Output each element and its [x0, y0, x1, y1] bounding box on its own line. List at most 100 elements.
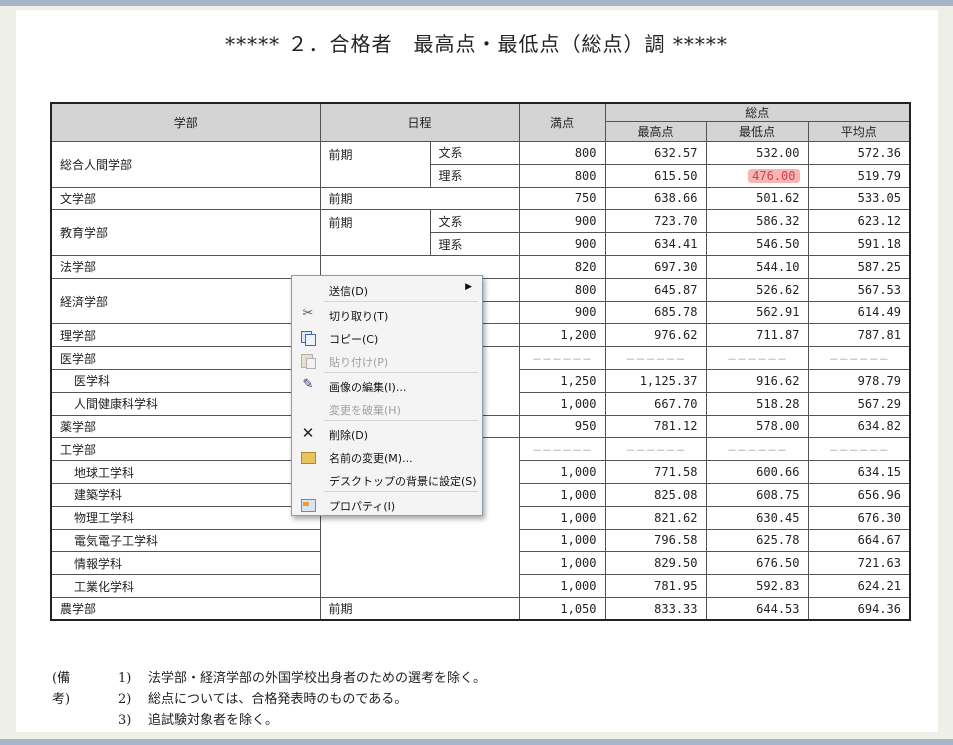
max-cell: 825.08	[604, 482, 707, 507]
full-cell: 1,200	[518, 323, 606, 348]
menu-item-send-to[interactable]: 送信(D) ▶	[294, 278, 480, 300]
schedule-cell: 前期	[319, 141, 431, 188]
full-cell: 1,250	[518, 368, 606, 393]
max-cell: 723.70	[604, 209, 707, 234]
menu-item-cut[interactable]: ✂ 切り取り(T)	[294, 303, 480, 325]
menu-item-rename[interactable]: 名前の変更(M)...	[294, 445, 480, 467]
min-cell: 562.91	[705, 300, 809, 325]
menu-item-label: デスクトップの背景に設定(S)	[329, 475, 477, 488]
min-cell: 600.66	[705, 460, 809, 484]
schedule-cell: 前期	[319, 596, 520, 621]
copy-icon	[300, 330, 316, 346]
faculty-cell: 医学科	[50, 368, 321, 393]
scissors-icon: ✂	[302, 306, 314, 321]
avg-cell: 721.63	[807, 551, 911, 576]
menu-item-label: 貼り付け(P)	[329, 356, 389, 369]
avg-cell: 676.30	[807, 505, 911, 530]
edit-image-icon: ✎	[302, 377, 314, 392]
max-cell: 771.58	[604, 460, 707, 484]
faculty-cell: 教育学部	[50, 209, 321, 256]
max-cell: 796.58	[604, 528, 707, 553]
max-cell: 976.62	[604, 323, 707, 348]
avg-cell: 634.82	[807, 414, 911, 439]
menu-separator	[324, 420, 478, 421]
header-total: 総点	[604, 102, 911, 122]
table-row: 文学部 前期 750 638.66 501.62 533.05	[50, 186, 911, 211]
faculty-cell: 農学部	[50, 596, 321, 621]
note-text: 法学部・経済学部の外国学校出身者のための選考を除く。	[148, 671, 487, 686]
table-row: 農学部 前期 1,050 833.33 644.53 694.36	[50, 596, 911, 621]
dash-cell: －－－－－－	[705, 437, 809, 462]
max-cell: 632.57	[604, 141, 707, 165]
type-cell: 理系	[429, 163, 520, 188]
full-cell: 1,000	[518, 574, 606, 598]
header-min: 最低点	[705, 121, 809, 142]
notes-label: (備考)	[52, 671, 71, 707]
full-cell: 1,000	[518, 482, 606, 507]
menu-item-set-desktop-background[interactable]: デスクトップの背景に設定(S)	[294, 468, 480, 490]
table-row: 教育学部 前期 文系 900 723.70 586.32 623.12	[50, 209, 911, 256]
faculty-cell: 建築学科	[50, 482, 321, 507]
menu-item-copy[interactable]: コピー(C)	[294, 326, 480, 348]
note-text: 追試験対象者を除く。	[148, 713, 279, 728]
full-cell: 1,000	[518, 505, 606, 530]
faculty-cell: 法学部	[50, 254, 321, 279]
note-number: 2)	[118, 692, 132, 707]
full-cell: 1,050	[518, 596, 606, 621]
full-cell: 800	[518, 277, 606, 302]
faculty-cell: 物理工学科	[50, 505, 321, 530]
min-cell: 916.62	[705, 368, 809, 393]
menu-item-edit-image[interactable]: ✎ 画像の編集(I)...	[294, 374, 480, 396]
avg-cell: 591.18	[807, 232, 911, 256]
menu-item-paste[interactable]: 貼り付け(P)	[294, 349, 480, 371]
table-row: 総合人間学部 前期 文系 800 632.57 532.00 572.36	[50, 141, 911, 188]
faculty-cell: 総合人間学部	[50, 141, 321, 188]
type-cell: 文系	[429, 141, 520, 165]
max-cell: 829.50	[604, 551, 707, 576]
faculty-cell: 医学部	[50, 346, 321, 370]
type-cell: 理系	[429, 232, 520, 256]
header-max: 最高点	[604, 121, 707, 142]
menu-item-label: 名前の変更(M)...	[329, 452, 413, 465]
full-cell: 820	[518, 254, 606, 279]
menu-item-label: プロパティ(I)	[329, 500, 396, 513]
min-cell: 586.32	[705, 209, 809, 234]
max-cell: 645.87	[604, 277, 707, 302]
full-cell: 900	[518, 300, 606, 325]
max-cell: 833.33	[604, 596, 707, 621]
menu-item-label: 削除(D)	[329, 429, 369, 442]
avg-cell: 572.36	[807, 141, 911, 165]
full-cell: 900	[518, 232, 606, 256]
full-cell: 1,000	[518, 528, 606, 553]
properties-icon	[300, 497, 316, 512]
min-cell: 676.50	[705, 551, 809, 576]
header-faculty: 学部	[50, 102, 321, 142]
paste-icon	[300, 353, 316, 369]
schedule-cell: 前期	[319, 186, 520, 211]
full-cell: 1,000	[518, 460, 606, 484]
avg-cell: 634.15	[807, 460, 911, 484]
avg-cell: 656.96	[807, 482, 911, 507]
full-cell: 750	[518, 186, 606, 211]
menu-item-label: 画像の編集(I)...	[329, 381, 407, 394]
menu-item-properties[interactable]: プロパティ(I)	[294, 493, 480, 515]
max-cell: 821.62	[604, 505, 707, 530]
min-cell: 630.45	[705, 505, 809, 530]
min-cell: 526.62	[705, 277, 809, 302]
menu-item-delete[interactable]: ✕ 削除(D)	[294, 422, 480, 444]
min-cell: 501.62	[705, 186, 809, 211]
faculty-cell: 地球工学科	[50, 460, 321, 484]
type-cell: 文系	[429, 209, 520, 234]
full-cell: 950	[518, 414, 606, 439]
dash-cell: －－－－－－	[604, 346, 707, 370]
menu-separator	[324, 372, 478, 373]
max-cell: 685.78	[604, 300, 707, 325]
max-cell: 1,125.37	[604, 368, 707, 393]
max-cell: 638.66	[604, 186, 707, 211]
full-cell: 1,000	[518, 551, 606, 576]
highlighted-value: 476.00	[748, 168, 800, 183]
rename-icon	[300, 449, 316, 464]
faculty-cell: 理学部	[50, 323, 321, 348]
faculty-cell: 電気電子工学科	[50, 528, 321, 553]
menu-item-discard-changes[interactable]: 変更を破棄(H)	[294, 397, 480, 419]
